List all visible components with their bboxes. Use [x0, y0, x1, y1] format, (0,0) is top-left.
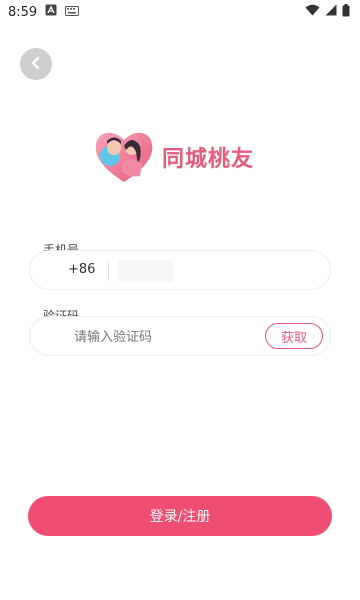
status-bar: 8:59 — [0, 0, 360, 24]
login-register-button[interactable]: 登录/注册 — [28, 496, 332, 536]
status-right — [305, 3, 350, 21]
signal-icon — [325, 4, 337, 20]
status-time: 8:59 — [8, 4, 38, 20]
app-logo: 同城桃友 — [92, 126, 254, 188]
battery-icon — [342, 3, 350, 21]
chevron-left-icon — [29, 55, 43, 74]
country-code[interactable]: +86 — [68, 262, 95, 277]
couple-logo-icon — [92, 126, 156, 188]
field-divider — [108, 261, 109, 281]
get-code-button[interactable]: 获取 — [265, 323, 323, 349]
a-icon — [45, 4, 57, 20]
phone-field[interactable]: +86 — [29, 250, 331, 290]
code-input[interactable] — [74, 327, 254, 347]
status-left: 8:59 — [8, 4, 80, 20]
back-button[interactable] — [20, 48, 52, 80]
wifi-icon — [305, 4, 320, 20]
code-field[interactable]: 获取 — [29, 316, 331, 356]
app-title: 同城桃友 — [162, 146, 255, 172]
phone-number-masked — [118, 260, 174, 282]
keyboard-icon — [65, 5, 80, 20]
